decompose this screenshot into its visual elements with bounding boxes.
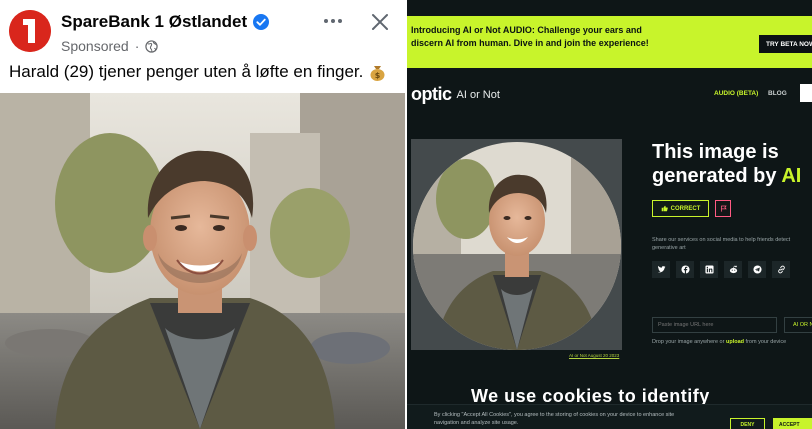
post-photo[interactable] xyxy=(0,93,405,429)
svg-text:$: $ xyxy=(375,71,381,80)
thumbs-up-icon xyxy=(661,205,668,212)
headline-line-2: generated by AI xyxy=(652,164,801,188)
page-avatar[interactable] xyxy=(9,10,51,52)
post-caption: Harald (29) tjener penger uten å løfte e… xyxy=(9,62,386,82)
sponsored-label[interactable]: Sponsored xyxy=(61,38,129,54)
result-headline: This image is generated by AI xyxy=(652,140,801,188)
cookie-text: By clicking "Accept All Cookies", you ag… xyxy=(434,412,675,426)
headline-line-1: This image is xyxy=(652,141,779,163)
social-share-row xyxy=(652,261,790,278)
nav-blog[interactable]: BLOG xyxy=(768,90,787,97)
sparebank-logo-icon xyxy=(9,10,51,52)
more-options-icon[interactable] xyxy=(322,10,344,32)
cookie-banner: By clicking "Accept All Cookies", you ag… xyxy=(407,404,812,429)
banner-text: Introducing AI or Not AUDIO: Challenge y… xyxy=(411,25,649,48)
drop-text-before: Drop your image anywhere or xyxy=(652,339,726,345)
reddit-icon[interactable] xyxy=(724,261,742,278)
upload-link[interactable]: upload xyxy=(726,339,744,345)
caption-text: Harald (29) tjener penger uten å løfte e… xyxy=(9,62,364,81)
verified-badge-icon xyxy=(253,14,270,30)
site-logo[interactable]: optic AI or Not xyxy=(411,84,500,105)
analyzed-image xyxy=(411,139,622,350)
product-name: AI or Not xyxy=(456,88,500,101)
drop-instructions: Drop your image anywhere or upload from … xyxy=(652,339,786,345)
analyzed-portrait xyxy=(411,139,622,350)
telegram-icon[interactable] xyxy=(748,261,766,278)
nav-audio-beta[interactable]: AUDIO (BETA) xyxy=(714,90,758,97)
cookie-accept-button[interactable]: ACCEPT xyxy=(773,418,812,429)
page-name[interactable]: SpareBank 1 Østlandet xyxy=(61,12,247,32)
try-beta-button[interactable]: TRY BETA NOW xyxy=(759,35,812,53)
headline-ai: AI xyxy=(781,165,802,187)
money-bag-icon: $ xyxy=(370,66,385,81)
globe-icon[interactable] xyxy=(145,39,159,53)
cookie-deny-button[interactable]: DENY xyxy=(730,418,765,429)
post-header: SpareBank 1 Østlandet xyxy=(61,12,270,32)
logo-word: optic xyxy=(411,84,452,104)
report-button[interactable] xyxy=(715,200,731,217)
promo-banner: Introducing AI or Not AUDIO: Challenge y… xyxy=(407,16,812,68)
copy-link-icon[interactable] xyxy=(772,261,790,278)
headline-generated: generated by xyxy=(652,165,777,187)
image-url-input[interactable] xyxy=(652,317,777,333)
meta-separator: · xyxy=(134,38,140,54)
image-credit[interactable]: AI or Not August 20 2023 xyxy=(569,353,619,358)
optic-website: Introducing AI or Not AUDIO: Challenge y… xyxy=(407,0,812,429)
facebook-post: SpareBank 1 Østlandet Sponsored · Harald… xyxy=(0,0,405,429)
flag-icon xyxy=(720,205,727,212)
drop-text-after: from your device xyxy=(744,339,787,345)
correct-button[interactable]: CORRECT xyxy=(652,200,709,217)
correct-label: CORRECT xyxy=(670,205,701,212)
facebook-icon[interactable] xyxy=(676,261,694,278)
share-text: Share our services on social media to he… xyxy=(652,237,791,251)
close-icon[interactable] xyxy=(370,12,390,32)
ai-or-not-button[interactable]: AI OR NOT xyxy=(784,317,812,333)
nav-menu-button[interactable] xyxy=(800,84,812,102)
twitter-icon[interactable] xyxy=(652,261,670,278)
post-meta: Sponsored · xyxy=(61,38,159,54)
linkedin-icon[interactable] xyxy=(700,261,718,278)
